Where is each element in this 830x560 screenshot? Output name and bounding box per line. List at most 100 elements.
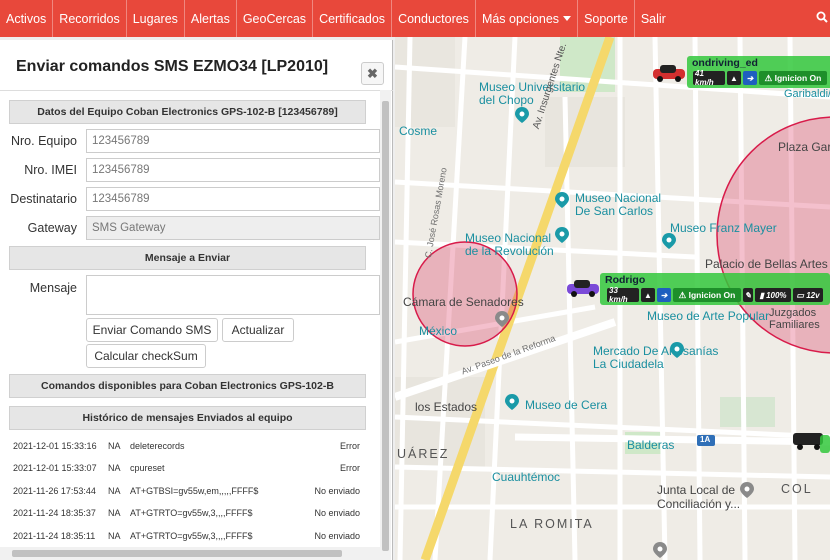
landmark-pin-icon[interactable] [495, 311, 509, 327]
direction-icon: ➔ [743, 71, 757, 85]
update-button[interactable]: Actualizar [222, 318, 294, 342]
message-label: Mensaje [29, 281, 77, 295]
map-label-plaza: Plaza Gar [778, 140, 830, 154]
map-label-arte-popular: Museo de Arte Popular [647, 309, 770, 323]
nav-item-conductores[interactable]: Conductores [392, 0, 476, 37]
scrollbar-thumb[interactable] [12, 550, 342, 557]
history-status: Error [340, 441, 360, 451]
equipo-field[interactable]: 123456789 [86, 129, 380, 153]
map-label-franz-mayer: Museo Franz Mayer [670, 221, 777, 235]
history-row: 2021-11-26 17:53:44 NA AT+GTBSI=gv55w,em… [0, 480, 380, 502]
map-label-juarez: UÁREZ [397, 447, 450, 461]
landmark-pin-icon[interactable] [653, 542, 667, 558]
vehicle-name: ondriving_ed [692, 57, 758, 69]
history-status: No enviado [314, 486, 360, 496]
search-icon[interactable] [816, 11, 828, 23]
nav-item-certificados[interactable]: Certificados [313, 0, 393, 37]
imei-field[interactable]: 123456789 [86, 158, 380, 182]
sms-command-dialog: Enviar comandos SMS EZMO34 [LP2010] ✖ Da… [0, 40, 393, 560]
history-row: 2021-11-24 18:35:11 NA AT+GTRTO=gv55w,3,… [0, 525, 380, 547]
history-status: Error [340, 463, 360, 473]
nav-more-label: Más opciones [481, 11, 560, 26]
history-row: 2021-11-24 18:35:37 NA AT+GTRTO=gv55w,3,… [0, 502, 380, 524]
nav-item-logout[interactable]: Salir [635, 0, 672, 37]
speed-badge: 41 km/h [693, 69, 725, 87]
history-command: cpureset [130, 463, 165, 473]
map-label-estados: los Estados [415, 400, 478, 414]
history-command: deleterecords [130, 441, 185, 451]
museum-pin-icon[interactable] [555, 227, 569, 243]
museum-pin-icon[interactable] [670, 342, 684, 358]
map-label-juzgados: Juzgados Familiares [769, 307, 820, 331]
map-label-bellas-artes: Palacio de Bellas Artes [705, 257, 828, 271]
map-label-san-carlos: Museo Nacional De San Carlos [575, 191, 662, 218]
section-history-header: Histórico de mensajes Enviados al equipo [9, 406, 366, 430]
direction-icon: ➔ [657, 288, 671, 302]
history-date: 2021-12-01 15:33:07 [13, 463, 97, 473]
top-nav: Activos Recorridos Lugares Alertas GeoCe… [0, 0, 830, 37]
section-commands-header[interactable]: Comandos disponibles para Coban Electron… [9, 374, 366, 398]
nav-item-recorridos[interactable]: Recorridos [53, 0, 127, 37]
checksum-button[interactable]: Calcular checkSum [86, 344, 206, 368]
nav-item-geocercas[interactable]: GeoCercas [237, 0, 314, 37]
history-na: NA [108, 531, 121, 541]
close-icon[interactable]: ✖ [361, 62, 384, 85]
history-na: NA [108, 463, 121, 473]
history-date: 2021-11-26 17:53:44 [13, 486, 96, 496]
history-row: 2021-12-01 15:33:16 NA deleterecords Err… [0, 435, 380, 457]
dialog-title: Enviar comandos SMS EZMO34 [LP2010] [16, 58, 329, 75]
gateway-field: SMS Gateway [86, 216, 380, 240]
map-view[interactable]: Museo Universitario del Chopo Cosme Av. … [395, 37, 830, 560]
museum-pin-icon[interactable] [555, 192, 569, 208]
wrench-icon: ✎ [743, 288, 753, 302]
voltage-badge: ▭ 12v [793, 288, 823, 302]
car-icon[interactable] [651, 63, 687, 83]
map-label-senadores: Cámara de Senadores [403, 295, 524, 309]
signal-icon: ▲ [727, 71, 741, 85]
museum-pin-icon[interactable] [515, 107, 529, 123]
museum-pin-icon[interactable] [662, 233, 676, 249]
section-message-header: Mensaje a Enviar [9, 246, 366, 270]
nav-item-support[interactable]: Soporte [578, 0, 635, 37]
map-label-garibaldi: Garibaldi/La [784, 88, 830, 100]
horizontal-scrollbar[interactable] [0, 547, 380, 560]
scrollbar-thumb[interactable] [382, 101, 389, 551]
nav-item-activos[interactable]: Activos [0, 0, 54, 37]
vertical-scrollbar[interactable] [380, 90, 391, 560]
landmark-pin-icon[interactable] [740, 482, 754, 498]
dialog-divider [0, 90, 393, 91]
history-date: 2021-11-24 18:35:37 [13, 508, 96, 518]
nav-item-lugares[interactable]: Lugares [127, 0, 185, 37]
speed-badge: 33 km/h [607, 286, 639, 304]
history-status: No enviado [314, 531, 360, 541]
highway-badge: 1A [700, 435, 711, 444]
map-label-revolucion: Museo Nacional de la Revolución [465, 231, 554, 258]
chevron-down-icon [563, 16, 572, 21]
history-row: 2021-12-01 15:33:07 NA cpureset Error [0, 457, 380, 479]
map-label-romita: LA ROMITA [510, 517, 594, 531]
map-label-cera: Museo de Cera [525, 398, 608, 412]
history-na: NA [108, 486, 121, 496]
nav-item-alertas[interactable]: Alertas [185, 0, 237, 37]
history-na: NA [108, 441, 121, 451]
history-date: 2021-12-01 15:33:16 [13, 441, 97, 451]
car-icon[interactable] [565, 278, 601, 298]
history-na: NA [108, 508, 121, 518]
nav-item-more-options[interactable]: Más opciones [476, 0, 579, 37]
equipo-label: Nro. Equipo [10, 134, 77, 148]
vehicle-label-box[interactable] [820, 435, 830, 453]
history-date: 2021-11-24 18:35:11 [13, 531, 96, 541]
history-command: AT+GTRTO=gv55w,3,,,,FFFF$ [130, 508, 253, 518]
battery-badge: ▮ 100% [755, 288, 791, 302]
destinatario-field[interactable]: 123456789 [86, 187, 380, 211]
museum-pin-icon[interactable] [505, 394, 519, 410]
signal-icon: ▲ [641, 288, 655, 302]
gateway-label: Gateway [27, 221, 77, 235]
imei-label: Nro. IMEI [24, 163, 77, 177]
section-equipment-header: Datos del Equipo Coban Electronics GPS-1… [9, 100, 366, 124]
map-label-col: COL [781, 482, 813, 496]
history-status: No enviado [314, 508, 360, 518]
message-textarea[interactable] [86, 275, 380, 315]
ignition-badge: ⚠ Ignicion On [759, 71, 827, 85]
send-command-button[interactable]: Enviar Comando SMS [86, 318, 218, 342]
